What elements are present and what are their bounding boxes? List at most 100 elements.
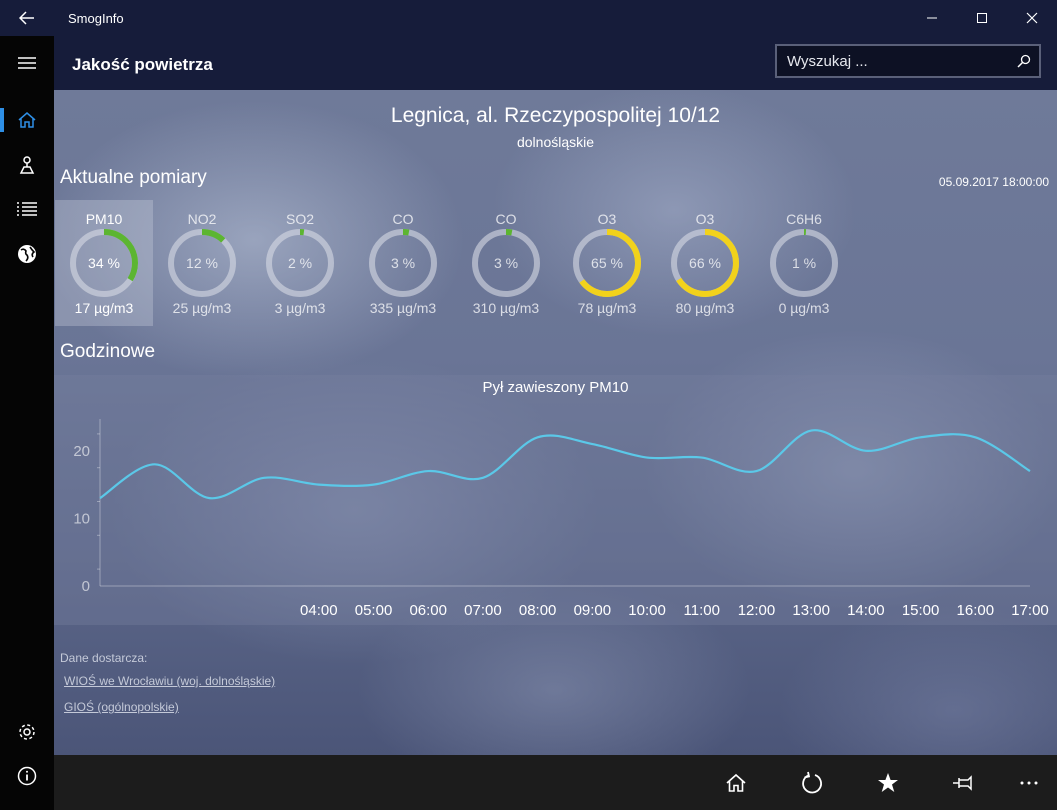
gauge-name: O3 [597,211,617,227]
gauge-name: CO [392,211,414,227]
minimize-button[interactable] [907,0,957,36]
title-bar: SmogInfo [0,0,1057,36]
close-button[interactable] [1007,0,1057,36]
refresh-button[interactable] [792,763,832,803]
y-tick-label: 0 [82,578,90,595]
x-tick-label: 08:00 [519,602,557,619]
provider-link-wios[interactable]: WIOŚ we Wrocławiu (woj. dolnośląskie) [64,674,275,688]
x-tick-label: 05:00 [355,602,393,619]
maximize-icon [977,13,987,23]
y-tick-label: 10 [73,510,90,527]
gear-icon [19,724,35,740]
info-icon [17,766,37,786]
globe-icon [18,245,36,263]
map-pin-icon [19,156,35,174]
hourly-heading: Godzinowe [60,341,156,362]
gauge-tile[interactable]: CO 3 % 335 µg/m3 [354,200,452,326]
hourly-chart-panel: Pył zawieszony PM10 0 10 20 04:00 05:00 06:00… [54,375,1057,625]
gauge-tile[interactable]: PM10 34 % 17 µg/m3 [55,200,153,326]
gauge-name: NO2 [187,211,217,227]
gauge-name: PM10 [85,211,123,227]
gauge-value: 310 µg/m3 [472,300,540,316]
refresh-icon [802,771,822,794]
provider-link-gios[interactable]: GIOŚ (ogólnopolskie) [64,700,179,714]
maximize-button[interactable] [957,0,1007,36]
gauge-percent: 3 % [493,255,519,271]
gauge-tile[interactable]: NO2 12 % 25 µg/m3 [153,200,251,326]
main-content: Legnica, al. Rzeczypospolitej 10/12 doln… [54,90,1057,755]
x-tick-label: 12:00 [738,602,776,619]
nav-globe[interactable] [0,234,54,274]
x-tick-label: 11:00 [684,602,720,619]
nav-list[interactable] [0,189,54,229]
gauge-name: CO [495,211,517,227]
pin-button[interactable] [944,763,984,803]
more-button[interactable] [1009,763,1049,803]
y-tick-label: 20 [73,443,90,460]
search-box [775,44,1041,78]
gauge-value: 335 µg/m3 [369,300,437,316]
gauge-name: C6H6 [786,211,822,227]
gauge-percent: 2 % [287,255,313,271]
provider-label: Dane dostarcza: [60,651,148,665]
gauge-percent: 65 % [591,255,623,271]
back-button[interactable] [0,0,54,36]
x-tick-label: 13:00 [792,602,830,619]
nav-settings[interactable] [0,712,54,752]
gauge-tile[interactable]: O3 65 % 78 µg/m3 [558,200,656,326]
gauge-percent: 66 % [689,255,721,271]
x-tick-label: 07:00 [464,602,502,619]
search-button[interactable] [1009,46,1039,76]
gauge-percent: 12 % [186,255,218,271]
pin-icon [953,775,972,791]
gauge-percent: 34 % [88,255,120,271]
home-icon [18,112,36,128]
current-heading: Aktualne pomiary [60,167,207,188]
x-tick-label: 15:00 [902,602,940,619]
x-tick-label: 09:00 [574,602,612,619]
page-title: Jakość powietrza [72,55,213,74]
hourly-chart: 0 10 20 04:00 05:00 06:00 07:00 08:00 09:00 10:00… [73,419,1049,619]
gauge-tile[interactable]: SO2 2 % 3 µg/m3 [251,200,349,326]
gauge-tile[interactable]: CO 3 % 310 µg/m3 [457,200,555,326]
list-icon [17,202,37,216]
hamburger-icon [18,57,36,69]
pm10-series-line [99,429,1031,500]
x-tick-label: 04:00 [300,602,338,619]
x-tick-label: 10:00 [628,602,666,619]
close-icon [1026,12,1038,24]
favorite-button[interactable] [868,763,908,803]
app-title: SmogInfo [68,10,124,26]
gauge-value: 80 µg/m3 [675,300,735,316]
menu-button[interactable] [0,43,54,83]
gauges-row: PM10 34 % 17 µg/m3 NO2 12 % 25 µg/m3 SO2… [54,200,854,326]
measurement-timestamp: 05.09.2017 18:00:00 [938,175,1049,189]
nav-info[interactable] [0,756,54,796]
more-icon [1020,781,1038,785]
gauge-value: 78 µg/m3 [577,300,637,316]
home-icon [726,773,746,792]
gauge-percent: 1 % [791,255,817,271]
station-name: Legnica, al. Rzeczypospolitej 10/12 [390,104,721,127]
x-tick-label: 16:00 [957,602,995,619]
nav-home[interactable] [0,100,54,140]
home-button[interactable] [716,763,756,803]
back-arrow-icon [19,11,34,25]
gauge-percent: 3 % [390,255,416,271]
gauge-value: 17 µg/m3 [74,300,134,316]
x-tick-label: 06:00 [409,602,447,619]
gauge-name: O3 [695,211,715,227]
gauge-tile[interactable]: C6H6 1 % 0 µg/m3 [755,200,853,326]
gauge-value: 0 µg/m3 [778,300,830,316]
page-header: Jakość powietrza [54,36,1057,90]
station-region: dolnośląskie [516,134,595,150]
command-bar [54,755,1057,810]
gauge-name: SO2 [285,211,314,227]
nav-map[interactable] [0,145,54,185]
search-input[interactable] [777,46,1009,76]
gauge-value: 3 µg/m3 [274,300,326,316]
search-icon [1017,54,1031,68]
star-icon [878,773,898,792]
gauge-value: 25 µg/m3 [172,300,232,316]
gauge-tile[interactable]: O3 66 % 80 µg/m3 [656,200,754,326]
